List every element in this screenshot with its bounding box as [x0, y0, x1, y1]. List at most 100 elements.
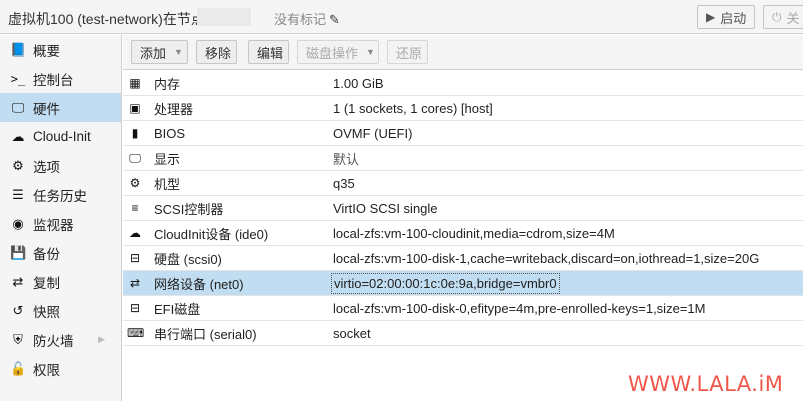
row-value: local-zfs:vm-100-disk-0,efitype=4m,pre-e…	[333, 300, 706, 316]
watermark: WWW.LALA.iM	[628, 372, 784, 396]
add-button-label: 添加	[140, 45, 167, 61]
eye-icon: ◉	[12, 215, 24, 231]
table-row[interactable]: ⊟ 硬盘 (scsi0) local-zfs:vm-100-disk-1,cache…	[123, 246, 803, 271]
table-row[interactable]: ▦ 内存 1.00 GiB	[123, 71, 803, 96]
history-icon: ↺	[12, 302, 24, 318]
edit-button[interactable]: 编辑	[248, 40, 289, 64]
row-value: socket	[333, 325, 371, 341]
sidebar-item-summary[interactable]: 📘 概要	[0, 35, 121, 64]
vm-title: 虚拟机100 (test-network)在节点'	[8, 11, 208, 27]
table-row[interactable]: ⌨ 串行端口 (serial0) socket	[123, 321, 803, 346]
row-key: 机型	[154, 176, 181, 192]
table-row[interactable]: ⊟ EFI磁盘 local-zfs:vm-100-disk-0,efitype=4m…	[123, 296, 803, 321]
row-key: 串行端口 (serial0)	[154, 326, 257, 342]
disk-action-button[interactable]: 磁盘操作 ▼	[297, 40, 379, 64]
sidebar-item-label: 复制	[33, 275, 60, 291]
row-value: virtio=02:00:00:1c:0e:9a,bridge=vmbr0	[331, 272, 560, 294]
sidebar-item-label: 硬件	[33, 101, 60, 117]
hdd-icon: ⊟	[129, 301, 141, 315]
title-bar: 虚拟机100 (test-network)在节点' 没有标记 ✎ ▶ 启动 ⏻ 关	[0, 0, 803, 34]
gear-icon: ⚙	[12, 157, 24, 173]
sidebar-item-permissions[interactable]: 🔓 权限	[0, 354, 121, 383]
power-icon: ⏻	[772, 9, 782, 24]
tags-edit[interactable]: 没有标记 ✎	[274, 9, 340, 28]
chevron-down-icon: ▼	[366, 47, 375, 57]
sidebar-item-label: 快照	[33, 304, 60, 320]
expand-caret-icon[interactable]: ▶	[98, 334, 105, 345]
row-value: 1.00 GiB	[333, 75, 384, 91]
row-value: local-zfs:vm-100-disk-1,cache=writeback,…	[333, 250, 760, 266]
microchip-icon: ▮	[131, 126, 139, 140]
row-value: 1 (1 sockets, 1 cores) [host]	[333, 100, 493, 116]
sidebar-item-label: Cloud-Init	[33, 129, 91, 144]
start-button-label: 启动	[720, 10, 747, 26]
shield-icon: ⛨	[13, 331, 23, 347]
row-key: 内存	[154, 76, 181, 92]
row-key: 网络设备 (net0)	[154, 276, 244, 292]
memory-icon: ▦	[129, 76, 141, 90]
row-value: 默认	[333, 151, 360, 167]
book-icon: 📘	[10, 41, 27, 57]
row-key: EFI磁盘	[154, 301, 201, 317]
table-row[interactable]: 🖵 显示 默认	[123, 146, 803, 171]
sidebar-item-replication[interactable]: ⇄ 复制	[0, 267, 121, 296]
sidebar-item-console[interactable]: >_ 控制台	[0, 64, 121, 93]
terminal-icon: >_	[10, 71, 26, 86]
chevron-down-icon: ▼	[174, 47, 183, 57]
row-key: SCSI控制器	[154, 201, 224, 217]
hardware-toolbar: 添加 ▼ 移除 编辑 磁盘操作 ▼ 还原	[123, 35, 803, 70]
unlock-icon: 🔓	[10, 360, 27, 376]
add-button[interactable]: 添加 ▼	[131, 40, 188, 64]
table-row[interactable]: ▣ 处理器 1 (1 sockets, 1 cores) [host]	[123, 96, 803, 121]
sidebar-item-label: 监视器	[33, 217, 74, 233]
cpu-icon: ▣	[129, 101, 141, 115]
list-icon: ☰	[12, 186, 24, 202]
desktop-icon: 🖵	[11, 99, 25, 115]
table-row[interactable]: ⚙ 机型 q35	[123, 171, 803, 196]
cogs-icon: ⚙	[129, 176, 141, 190]
row-key: CloudInit设备 (ide0)	[154, 226, 269, 242]
sidebar-item-backup[interactable]: 💾 备份	[0, 238, 121, 267]
pencil-icon[interactable]: ✎	[329, 12, 340, 27]
sidebar-item-snapshots[interactable]: ↺ 快照	[0, 296, 121, 325]
desktop-icon: 🖵	[129, 150, 141, 165]
play-icon: ▶	[706, 10, 716, 24]
table-row[interactable]: ≡ SCSI控制器 VirtIO SCSI single	[123, 196, 803, 221]
shutdown-button[interactable]: ⏻ 关	[763, 5, 803, 29]
edit-button-label: 编辑	[257, 45, 284, 61]
sidebar-item-label: 概要	[33, 43, 60, 59]
disk-action-button-label: 磁盘操作	[306, 45, 359, 61]
row-value: local-zfs:vm-100-cloudinit,media=cdrom,s…	[333, 225, 615, 241]
sidebar-item-label: 任务历史	[33, 188, 87, 204]
sidebar-item-label: 选项	[33, 159, 60, 175]
table-row[interactable]: ☁ CloudInit设备 (ide0) local-zfs:vm-100-clou…	[123, 221, 803, 246]
start-button[interactable]: ▶ 启动	[697, 5, 755, 29]
row-key: 显示	[154, 151, 181, 167]
keyboard-icon: ⌨	[127, 326, 145, 340]
exchange-icon: ⇄	[129, 276, 141, 290]
sidebar-item-label: 备份	[33, 246, 60, 262]
revert-button[interactable]: 还原	[387, 40, 428, 64]
table-row[interactable]: ▮ BIOS OVMF (UEFI)	[123, 121, 803, 146]
table-row-selected[interactable]: ⇄ 网络设备 (net0) virtio=02:00:00:1c:0e:9a,bri…	[123, 271, 803, 296]
sidebar-item-options[interactable]: ⚙ 选项	[0, 151, 121, 180]
floppy-icon: 💾	[10, 244, 27, 260]
sidebar-item-task-history[interactable]: ☰ 任务历史	[0, 180, 121, 209]
remove-button[interactable]: 移除	[196, 40, 237, 64]
sidebar-item-hardware[interactable]: 🖵 硬件	[0, 93, 121, 122]
row-value: q35	[333, 175, 355, 191]
sidebar-item-monitor[interactable]: ◉ 监视器	[0, 209, 121, 238]
retweet-icon: ⇄	[12, 273, 24, 289]
tags-label: 没有标记	[274, 12, 327, 27]
remove-button-label: 移除	[205, 45, 232, 61]
sidebar-item-cloud-init[interactable]: ☁ Cloud-Init	[0, 122, 121, 151]
row-value: VirtIO SCSI single	[333, 200, 438, 216]
hdd-icon: ⊟	[129, 251, 141, 265]
row-key: BIOS	[154, 125, 186, 141]
sidebar-item-label: 权限	[33, 362, 60, 378]
cloud-icon: ☁	[129, 226, 141, 240]
redacted-node-name	[197, 8, 251, 26]
shutdown-button-label: 关	[786, 10, 800, 26]
revert-button-label: 还原	[396, 45, 423, 61]
sidebar-item-firewall[interactable]: ⛨ 防火墙 ▶	[0, 325, 121, 354]
